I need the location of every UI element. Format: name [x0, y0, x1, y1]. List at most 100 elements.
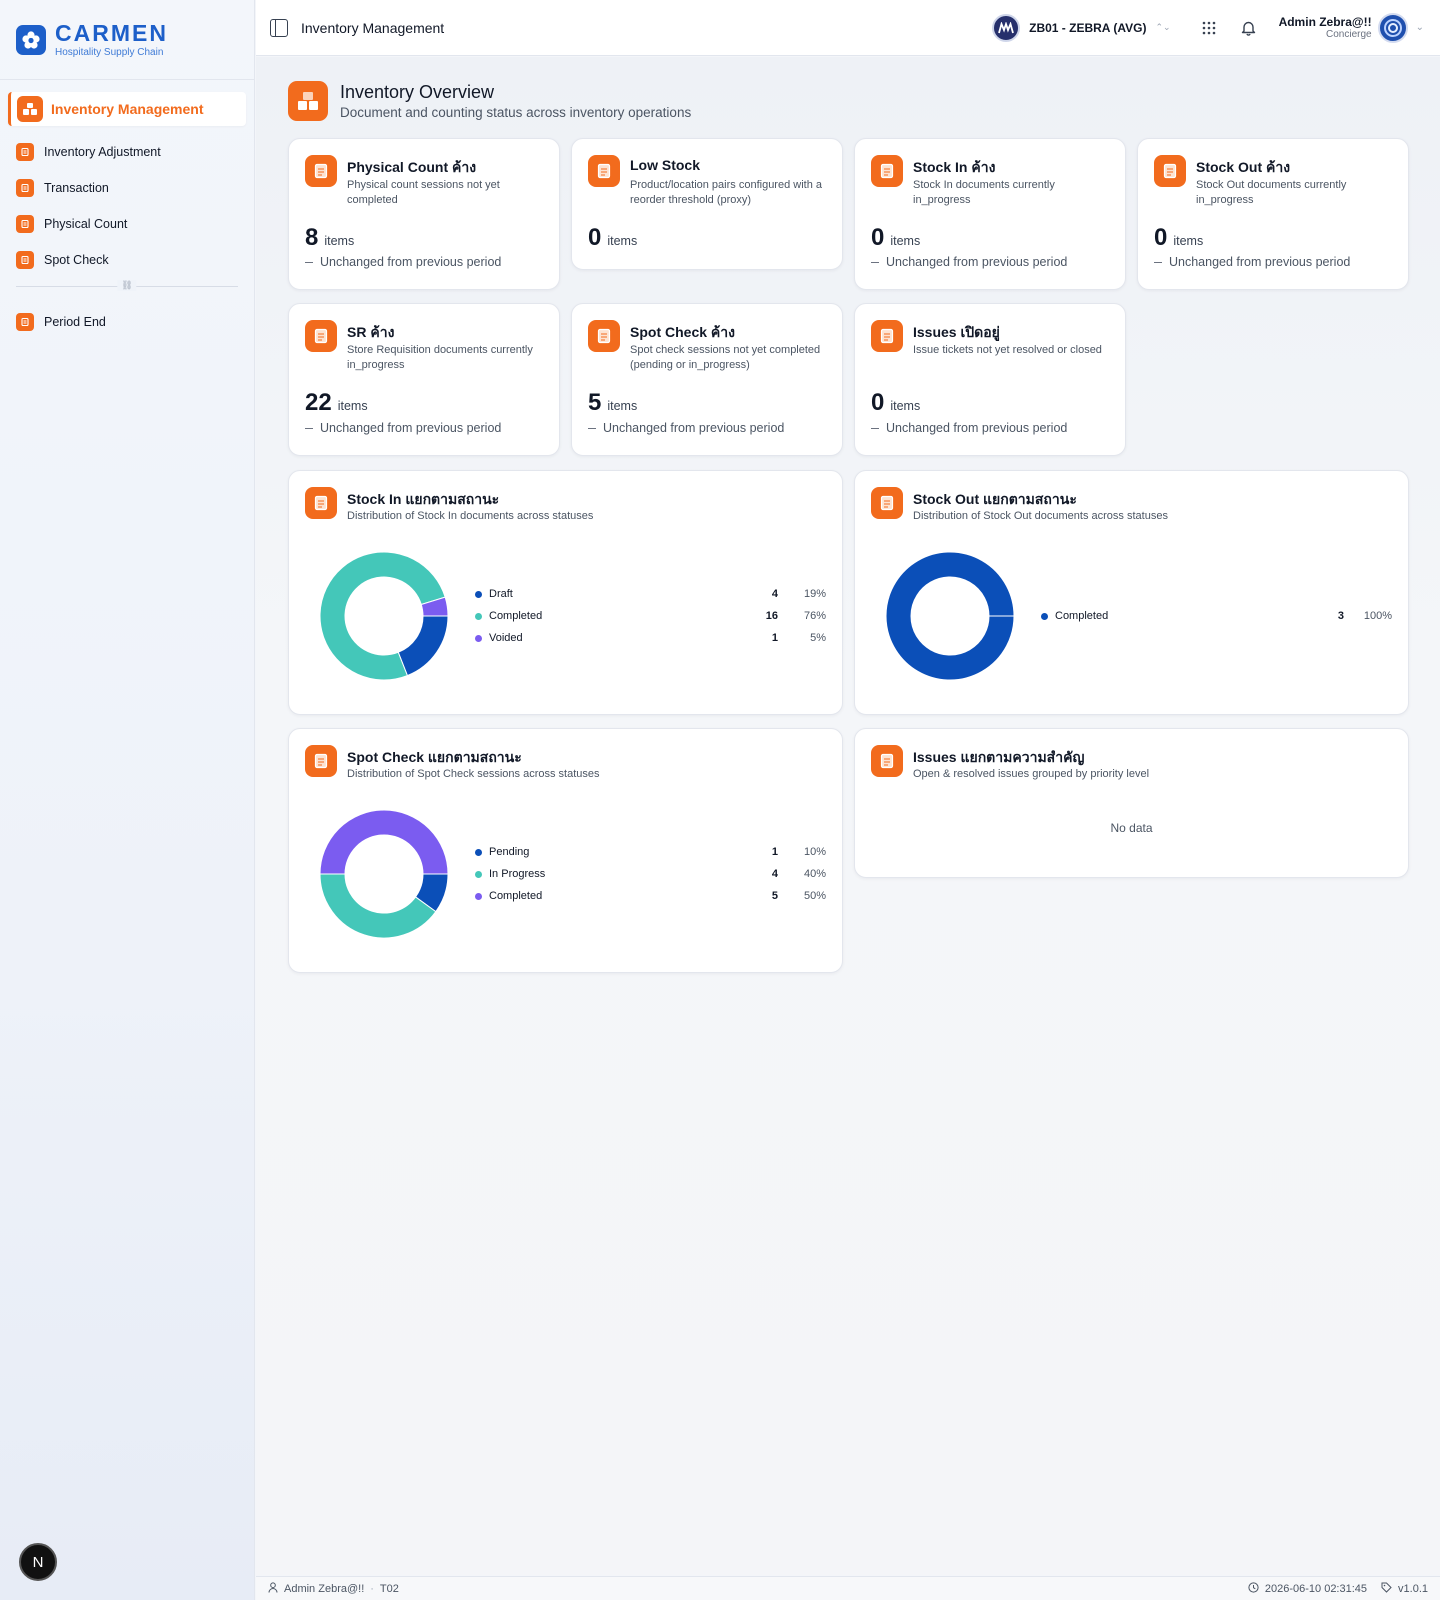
legend-label: Completed [489, 610, 543, 622]
dash-icon [588, 428, 596, 430]
sidebar-item-spot-check[interactable]: Spot Check [0, 242, 254, 278]
kpi-title: SR ค้าง [347, 324, 395, 340]
legend-count: 16 [765, 610, 778, 622]
kpi-description: Physical count sessions not yet complete… [347, 179, 500, 206]
brand[interactable]: CARMEN Hospitality Supply Chain [0, 0, 254, 80]
legend-label: Completed [489, 890, 543, 902]
kpi-card[interactable]: SR ค้าง Store Requisition documents curre… [288, 303, 560, 456]
legend-item[interactable]: Completed 5 50% [475, 885, 826, 907]
sidebar-item-label: Physical Count [44, 217, 128, 231]
user-menu[interactable]: Admin Zebra@!! Concierge ⌄ [1278, 12, 1424, 43]
legend-item[interactable]: In Progress 4 40% [475, 863, 826, 885]
legend-swatch [475, 848, 482, 856]
page-header: Inventory Overview Document and counting… [288, 81, 691, 121]
chart-subtitle: Distribution of Stock Out documents acro… [913, 510, 1168, 522]
footer-user: Admin Zebra@!! [284, 1582, 365, 1595]
legend-swatch [475, 590, 482, 598]
kpi-title: Physical Count ค้าง [347, 159, 477, 175]
footer-timestamp: 2026-06-10 02:31:45 [1264, 1582, 1368, 1595]
kpi-unit: items [324, 234, 355, 248]
kpi-value-wrap: 0 items [588, 224, 637, 252]
legend-percent: 5% [810, 632, 826, 644]
legend-percent: 50% [803, 890, 826, 902]
kpi-delta-text: Unchanged from previous period [886, 421, 1068, 435]
tag-icon [1381, 1582, 1392, 1596]
kpi-title: Stock Out ค้าง [1196, 159, 1291, 175]
donut-slice-completed[interactable] [885, 551, 1015, 681]
issue-ticket-icon [871, 745, 903, 777]
sidebar-item-physical-count[interactable]: Physical Count [0, 206, 254, 242]
dev-tools-button[interactable]: N [19, 1543, 57, 1581]
donut-slice-in-progress[interactable] [319, 873, 437, 939]
sidebar-item-label: Transaction [44, 181, 109, 195]
kpi-description: Stock Out documents currently in_progres… [1196, 179, 1347, 206]
legend-item[interactable]: Completed 16 76% [475, 605, 826, 627]
sidebar-item-transaction[interactable]: Transaction [0, 170, 254, 206]
kpi-card[interactable]: Physical Count ค้าง Physical count sessio… [288, 138, 560, 290]
legend-count: 3 [1337, 610, 1344, 622]
kpi-delta-text: Unchanged from previous period [320, 255, 502, 269]
kpi-delta: Unchanged from previous period [588, 421, 784, 435]
sidebar-divider: ⛓ [16, 280, 238, 296]
chart-title: Stock Out แยกตามสถานะ [913, 491, 1077, 507]
kpi-value: 0 [588, 224, 602, 251]
kpi-delta-text: Unchanged from previous period [320, 421, 502, 435]
legend-item[interactable]: Pending 1 10% [475, 841, 826, 863]
bell-icon[interactable] [1239, 18, 1259, 38]
donut-slice-draft[interactable] [397, 615, 449, 677]
kpi-unit: items [337, 399, 368, 413]
sidebar-item-label: Inventory Management [51, 101, 204, 117]
donut-chart [319, 809, 449, 939]
kpi-card[interactable]: Issues เปิดอยู่ Issue tickets not yet res… [854, 303, 1126, 456]
legend-item[interactable]: Completed 3 100% [1041, 605, 1392, 627]
brand-name: CARMEN [55, 20, 168, 46]
legend-label: Pending [489, 846, 530, 858]
legend-swatch [475, 634, 482, 642]
kpi-title: Stock In ค้าง [913, 159, 996, 175]
user-role: Concierge [1326, 29, 1372, 40]
kpi-description: Store Requisition documents currently in… [347, 344, 533, 371]
sidebar-toggle-icon[interactable] [270, 18, 288, 37]
kpi-card[interactable]: Stock Out ค้าง Stock Out documents curren… [1137, 138, 1409, 290]
chart-title: Stock In แยกตามสถานะ [347, 491, 500, 507]
legend-count: 1 [771, 632, 778, 644]
legend-item[interactable]: Draft 4 19% [475, 583, 826, 605]
legend-count: 4 [771, 588, 778, 600]
kpi-description: Spot check sessions not yet completed (p… [630, 344, 821, 371]
footer-version: v1.0.1 [1398, 1582, 1428, 1595]
kpi-title: Issues เปิดอยู่ [913, 324, 1000, 340]
kpi-description: Stock In documents currently in_progress [913, 179, 1055, 206]
legend-count: 5 [771, 890, 778, 902]
kpi-unit: items [607, 399, 638, 413]
kpi-unit: items [1173, 234, 1204, 248]
dash-icon [871, 428, 879, 430]
kpi-card[interactable]: Stock In ค้าง Stock In documents currentl… [854, 138, 1126, 290]
sidebar-item-period-end[interactable]: Period End [0, 304, 254, 340]
kpi-card[interactable]: Low Stock Product/location pairs configur… [571, 138, 843, 270]
business-unit-logo-icon [992, 13, 1021, 42]
kpi-unit: items [607, 234, 638, 248]
kpi-delta-text: Unchanged from previous period [603, 421, 785, 435]
chevron-updown-icon: ⌃⌄ [1155, 22, 1171, 32]
adjust-icon [16, 143, 34, 161]
sidebar-item-inventory-adjustment[interactable]: Inventory Adjustment [0, 134, 254, 170]
kpi-card[interactable]: Spot Check ค้าง Spot check sessions not y… [571, 303, 843, 456]
legend-percent: 76% [803, 610, 826, 622]
user-name: Admin Zebra@!! [1278, 15, 1372, 29]
document-icon [305, 487, 337, 519]
kpi-delta: Unchanged from previous period [871, 255, 1067, 269]
legend-swatch [475, 892, 482, 900]
kpi-value: 0 [871, 224, 885, 251]
legend-item[interactable]: Voided 1 5% [475, 627, 826, 649]
kpi-value: 5 [588, 389, 602, 416]
clock-icon [1248, 1581, 1259, 1596]
legend-percent: 100% [1363, 610, 1392, 622]
donut-slice-completed[interactable] [319, 809, 449, 875]
spot-check-icon [305, 745, 337, 777]
sidebar-item-inventory-management[interactable]: Inventory Management [8, 92, 246, 126]
legend-percent: 40% [803, 868, 826, 880]
chart-legend: Pending 1 10% In Progress 4 40% Completed 5 50% [475, 841, 826, 907]
apps-grid-icon[interactable] [1199, 18, 1219, 38]
business-unit-selector[interactable]: ZB01 - ZEBRA (AVG) ⌃⌄ [992, 13, 1171, 42]
kpi-title: Low Stock [630, 157, 701, 173]
